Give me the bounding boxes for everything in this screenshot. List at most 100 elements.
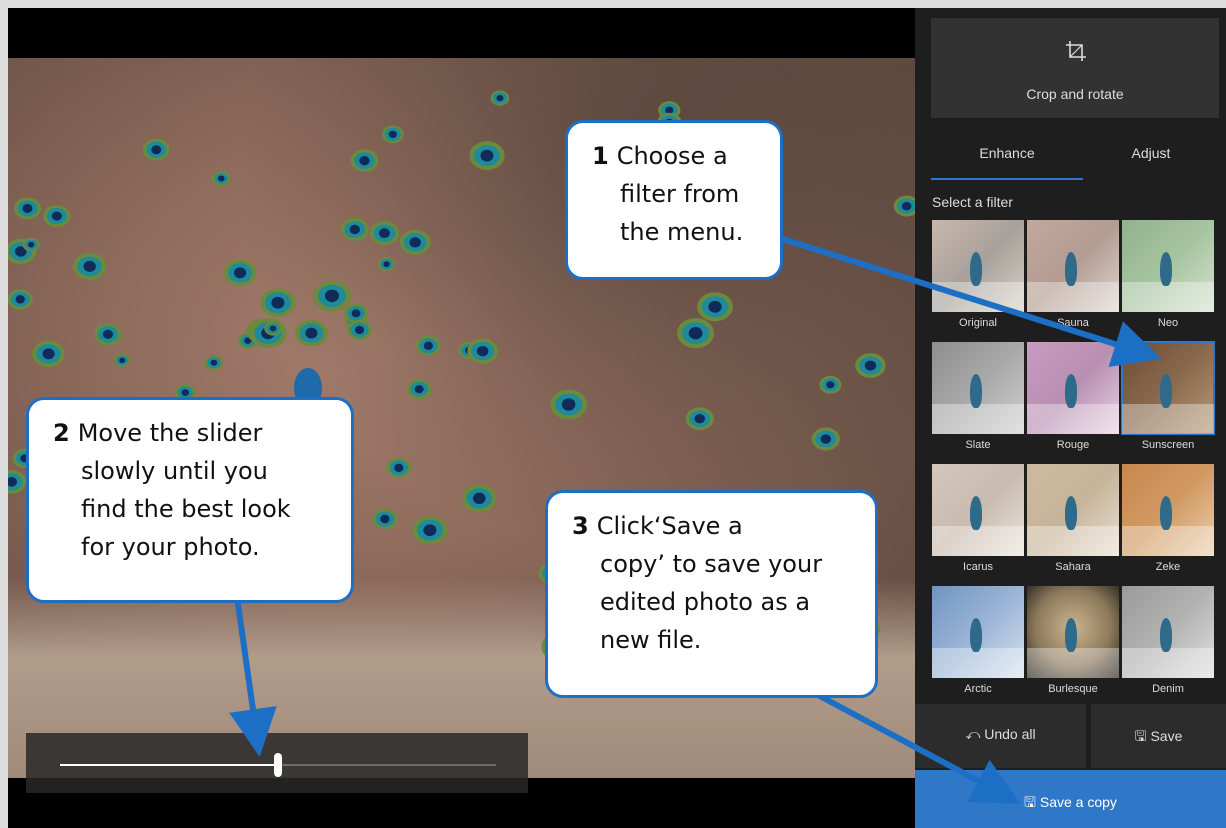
thumbnail-floor bbox=[1122, 404, 1214, 434]
filter-rouge[interactable]: Rouge bbox=[1027, 342, 1119, 460]
filter-slate-thumbnail bbox=[932, 342, 1024, 434]
intensity-slider-thumb[interactable] bbox=[274, 753, 282, 777]
feather-eye bbox=[819, 375, 842, 394]
feather-eye bbox=[43, 204, 71, 228]
callout-1-line-1: Choose a bbox=[616, 142, 728, 170]
filter-burlesque[interactable]: Burlesque bbox=[1027, 586, 1119, 704]
save-button[interactable]: 🖫 Save bbox=[1091, 704, 1226, 768]
feather-eye bbox=[372, 508, 398, 530]
thumbnail-floor bbox=[932, 648, 1024, 678]
filter-arctic[interactable]: Arctic bbox=[932, 586, 1024, 704]
filter-original[interactable]: Original bbox=[932, 220, 1024, 338]
thumbnail-peacock bbox=[1065, 618, 1077, 652]
thumbnail-peacock bbox=[970, 374, 982, 408]
filter-zeke-label: Zeke bbox=[1155, 561, 1181, 573]
feather-eye bbox=[223, 259, 257, 287]
callout-2-line-2: slowly until you bbox=[81, 457, 268, 485]
filter-neo[interactable]: Neo bbox=[1122, 220, 1214, 338]
thumbnail-peacock bbox=[1160, 374, 1172, 408]
filter-icarus-label: Icarus bbox=[963, 561, 993, 573]
edit-panel: Crop and rotate Enhance Adjust Select a … bbox=[915, 8, 1226, 828]
callout-2-number: 2 bbox=[53, 419, 70, 447]
feather-eye bbox=[386, 457, 412, 478]
thumbnail-floor bbox=[932, 526, 1024, 556]
undo-all-label: Undo all bbox=[984, 726, 1036, 742]
thumbnail-peacock bbox=[970, 496, 982, 530]
thumbnail-floor bbox=[1027, 648, 1119, 678]
feather-eye bbox=[295, 319, 328, 347]
filter-original-thumbnail bbox=[932, 220, 1024, 312]
thumbnail-peacock bbox=[1065, 374, 1077, 408]
filter-denim-thumbnail bbox=[1122, 586, 1214, 678]
filter-sahara-label: Sahara bbox=[1055, 561, 1091, 573]
feather-eye bbox=[677, 318, 715, 349]
filter-arctic-thumbnail bbox=[932, 586, 1024, 678]
callout-1-number: 1 bbox=[592, 142, 609, 170]
callout-1-line-2: filter from bbox=[620, 180, 740, 208]
filter-denim[interactable]: Denim bbox=[1122, 586, 1214, 704]
save-a-copy-button[interactable]: 🖫 Save a copy bbox=[915, 770, 1226, 828]
thumbnail-floor bbox=[1027, 526, 1119, 556]
feather-eye bbox=[204, 355, 223, 371]
feather-eye bbox=[381, 125, 404, 144]
feather-eye bbox=[347, 320, 372, 341]
feather-eye bbox=[73, 252, 107, 280]
feather-eye bbox=[415, 335, 441, 356]
feather-eye bbox=[13, 197, 42, 220]
feather-eye bbox=[142, 138, 170, 161]
feather-eye bbox=[260, 288, 296, 318]
callout-3-line-1: Click‘Save a bbox=[596, 512, 743, 540]
feather-eye bbox=[462, 484, 497, 513]
tab-adjust[interactable]: Adjust bbox=[1083, 136, 1219, 178]
filter-sahara[interactable]: Sahara bbox=[1027, 464, 1119, 582]
intensity-slider-bar bbox=[26, 733, 528, 793]
thumbnail-peacock bbox=[1160, 252, 1172, 286]
thumbnail-peacock bbox=[970, 618, 982, 652]
filter-icarus[interactable]: Icarus bbox=[932, 464, 1024, 582]
feather-eye bbox=[685, 407, 714, 431]
crop-rotate-button[interactable]: Crop and rotate bbox=[931, 18, 1219, 118]
filter-sauna[interactable]: Sauna bbox=[1027, 220, 1119, 338]
filter-sunscreen-label: Sunscreen bbox=[1141, 439, 1195, 451]
crop-icon bbox=[1066, 41, 1086, 61]
feather-eye bbox=[114, 353, 131, 367]
crop-rotate-label: Crop and rotate bbox=[1026, 86, 1124, 102]
thumbnail-floor bbox=[932, 282, 1024, 312]
callout-3-line-4: new file. bbox=[600, 626, 702, 654]
filter-denim-label: Denim bbox=[1152, 683, 1184, 695]
thumbnail-floor bbox=[1122, 282, 1214, 312]
feather-eye bbox=[407, 379, 432, 400]
filter-icarus-thumbnail bbox=[932, 464, 1024, 556]
thumbnail-peacock bbox=[1160, 618, 1172, 652]
intensity-slider-track[interactable] bbox=[60, 753, 496, 777]
undo-all-button[interactable]: ⤺ Undo all bbox=[915, 704, 1086, 768]
callout-1-line-3: the menu. bbox=[620, 218, 744, 246]
filter-zeke-thumbnail bbox=[1122, 464, 1214, 556]
feather-eye bbox=[467, 338, 499, 364]
feather-eye bbox=[22, 237, 40, 252]
filter-slate-label: Slate bbox=[965, 439, 991, 451]
feather-eye bbox=[377, 257, 396, 272]
filter-slate[interactable]: Slate bbox=[932, 342, 1024, 460]
save-label: Save bbox=[1150, 728, 1183, 744]
callout-2-line-1: Move the slider bbox=[77, 419, 263, 447]
filter-sunscreen[interactable]: Sunscreen bbox=[1121, 341, 1215, 460]
filter-burlesque-label: Burlesque bbox=[1048, 683, 1098, 695]
filter-zeke[interactable]: Zeke bbox=[1122, 464, 1214, 582]
callout-step-2: 2 Move the slider slowly until you find t… bbox=[26, 397, 354, 603]
feather-eye bbox=[811, 427, 840, 451]
callout-3-number: 3 bbox=[572, 512, 589, 540]
thumbnail-peacock bbox=[1160, 496, 1172, 530]
feather-eye bbox=[340, 218, 369, 241]
callout-2-line-3: find the best look bbox=[81, 495, 291, 523]
tab-enhance[interactable]: Enhance bbox=[931, 136, 1083, 180]
save-a-copy-label: Save a copy bbox=[1039, 794, 1117, 810]
save-icon: 🖫 bbox=[1134, 728, 1147, 744]
feather-eye bbox=[369, 221, 400, 246]
undo-icon: ⤺ bbox=[965, 726, 981, 742]
feather-eye bbox=[94, 323, 122, 346]
feather-eye bbox=[8, 470, 27, 494]
feather-eye bbox=[412, 515, 448, 545]
feather-eye bbox=[697, 292, 733, 322]
feather-eye bbox=[893, 195, 915, 217]
